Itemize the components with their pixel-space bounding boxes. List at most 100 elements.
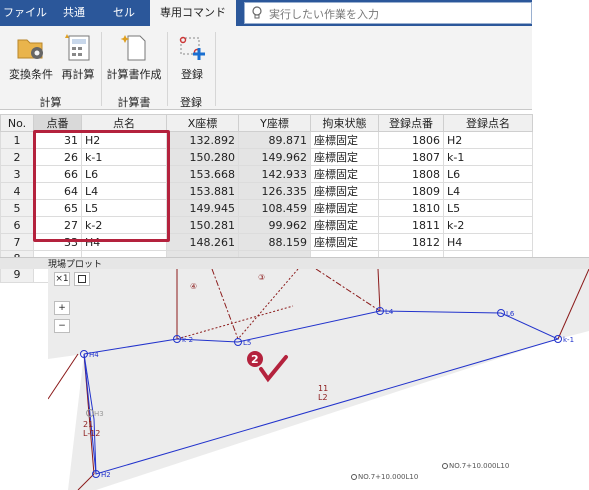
table-cell[interactable]: L5	[443, 199, 533, 217]
table-cell[interactable]: k-2	[443, 216, 533, 234]
table-cell[interactable]: L5	[81, 199, 167, 217]
table-row[interactable]: 5 65 L5 149.945 108.459 座標固定 1810 L5	[0, 199, 533, 217]
ribbon-body: 変換条件 再計算 計算書作成 登録 計算 計算書 登録	[0, 26, 532, 110]
search-placeholder: 実行したい作業を入力	[269, 8, 379, 21]
col-header-reg-number[interactable]: 登録点番	[378, 114, 444, 132]
table-cell[interactable]: 27	[33, 216, 82, 234]
table-row[interactable]: 7 33 H4 148.261 88.159 座標固定 1812 H4	[0, 233, 533, 251]
col-header-y[interactable]: Y座標	[238, 114, 311, 132]
table-cell[interactable]: L4	[81, 182, 167, 200]
group-label-calc: 計算	[39, 96, 62, 109]
plot-canvas: H4 k-2 L5 L4 L6 k-1 H2 H3 ④ ③ 11 L2 21 L…	[48, 269, 589, 490]
table-cell[interactable]: 座標固定	[310, 233, 379, 251]
convert-conditions-button[interactable]: 変換条件	[6, 30, 56, 81]
table-cell[interactable]: 1810	[378, 199, 444, 217]
table-cell[interactable]: 1809	[378, 182, 444, 200]
table-cell[interactable]: L6	[81, 165, 167, 183]
table-cell: 6	[0, 216, 34, 234]
col-header-x[interactable]: X座標	[166, 114, 239, 132]
table-cell[interactable]: 座標固定	[310, 165, 379, 183]
tab-special-commands[interactable]: 専用コマンド	[150, 0, 236, 27]
outside-area	[48, 269, 84, 490]
table-cell[interactable]: H2	[443, 131, 533, 149]
table-cell[interactable]: 88.159	[238, 233, 311, 251]
col-header-no[interactable]: No.	[0, 114, 34, 132]
register-button[interactable]: 登録	[172, 30, 212, 81]
col-header-constraint[interactable]: 拘束状態	[310, 114, 379, 132]
table-cell[interactable]: 148.261	[166, 233, 239, 251]
table-cell[interactable]: 66	[33, 165, 82, 183]
table-cell[interactable]: 座標固定	[310, 216, 379, 234]
table-cell[interactable]: 26	[33, 148, 82, 166]
table-cell[interactable]: 65	[33, 199, 82, 217]
register-points-icon	[179, 36, 205, 60]
checkmark-icon	[259, 355, 288, 383]
table-cell[interactable]: 153.668	[166, 165, 239, 183]
label-l5: L5	[243, 339, 251, 347]
table-cell[interactable]: 153.881	[166, 182, 239, 200]
step-badge: 2	[251, 353, 259, 366]
table-cell[interactable]: 149.945	[166, 199, 239, 217]
table-cell[interactable]: 1812	[378, 233, 444, 251]
table-row[interactable]: 1 31 H2 132.892 89.871 座標固定 1806 H2	[0, 131, 533, 149]
circled-4: ④	[190, 282, 197, 291]
table-cell[interactable]: 1806	[378, 131, 444, 149]
footer-label-2: NO.7+10.000L10	[449, 462, 509, 470]
table-cell[interactable]: H4	[81, 233, 167, 251]
label-k2: k-2	[182, 336, 193, 344]
col-header-point-number[interactable]: 点番	[33, 114, 82, 132]
label-h2: H2	[101, 471, 111, 479]
table-cell[interactable]: 1811	[378, 216, 444, 234]
label-l6: L6	[506, 310, 515, 318]
group-label-report: 計算書	[117, 96, 151, 109]
table-cell[interactable]: k-1	[81, 148, 167, 166]
table-cell[interactable]: H4	[443, 233, 533, 251]
col-header-reg-name[interactable]: 登録点名	[443, 114, 533, 132]
table-cell[interactable]: 座標固定	[310, 131, 379, 149]
table-cell: 5	[0, 199, 34, 217]
table-cell[interactable]: 31	[33, 131, 82, 149]
table-cell: 1	[0, 131, 34, 149]
table-row[interactable]: 4 64 L4 153.881 126.335 座標固定 1809 L4	[0, 182, 533, 200]
label-l12: L-12	[83, 429, 100, 438]
tab-common[interactable]: 共通	[50, 0, 98, 26]
table-cell[interactable]: 99.962	[238, 216, 311, 234]
table-cell[interactable]: 1808	[378, 165, 444, 183]
label-k1: k-1	[563, 336, 574, 344]
footer-label-1: NO.7+10.000L10	[358, 473, 418, 481]
table-cell[interactable]: 89.871	[238, 131, 311, 149]
table-cell[interactable]: k-1	[443, 148, 533, 166]
table-cell[interactable]: 150.280	[166, 148, 239, 166]
table-cell[interactable]: 座標固定	[310, 199, 379, 217]
tab-cell[interactable]: セル	[98, 0, 150, 26]
table-cell[interactable]: 1807	[378, 148, 444, 166]
table-cell[interactable]: 座標固定	[310, 148, 379, 166]
recalculate-button[interactable]: 再計算	[58, 30, 98, 81]
table-cell[interactable]: 132.892	[166, 131, 239, 149]
table-cell[interactable]: L6	[443, 165, 533, 183]
table-cell[interactable]: 126.335	[238, 182, 311, 200]
col-header-point-name[interactable]: 点名	[81, 114, 167, 132]
table-cell: 2	[0, 148, 34, 166]
table-cell[interactable]: L4	[443, 182, 533, 200]
ribbon-tab-bar: ファイル 共通 セル 専用コマンド 実行したい作業を入力	[0, 0, 532, 27]
table-cell[interactable]: 142.933	[238, 165, 311, 183]
table-cell[interactable]: 108.459	[238, 199, 311, 217]
table-cell[interactable]: 33	[33, 233, 82, 251]
tab-file[interactable]: ファイル	[0, 0, 50, 26]
table-cell[interactable]: 150.281	[166, 216, 239, 234]
table-cell[interactable]: 64	[33, 182, 82, 200]
search-box[interactable]: 実行したい作業を入力	[244, 2, 532, 24]
create-report-button[interactable]: 計算書作成	[104, 30, 164, 81]
label-h4: H4	[89, 351, 99, 359]
calculator-icon	[65, 34, 90, 61]
table-cell[interactable]: 座標固定	[310, 182, 379, 200]
table-cell[interactable]: H2	[81, 131, 167, 149]
table-row[interactable]: 3 66 L6 153.668 142.933 座標固定 1808 L6	[0, 165, 533, 183]
table-cell[interactable]: 149.962	[238, 148, 311, 166]
outside-area-lower	[96, 331, 589, 490]
site-plot[interactable]: ×1 + − H4 k-2 L5 L4 L6 k-1 H2 H3 ④ ③ 11 …	[48, 269, 589, 490]
table-row[interactable]: 6 27 k-2 150.281 99.962 座標固定 1811 k-2	[0, 216, 533, 234]
table-cell[interactable]: k-2	[81, 216, 167, 234]
table-row[interactable]: 2 26 k-1 150.280 149.962 座標固定 1807 k-1	[0, 148, 533, 166]
